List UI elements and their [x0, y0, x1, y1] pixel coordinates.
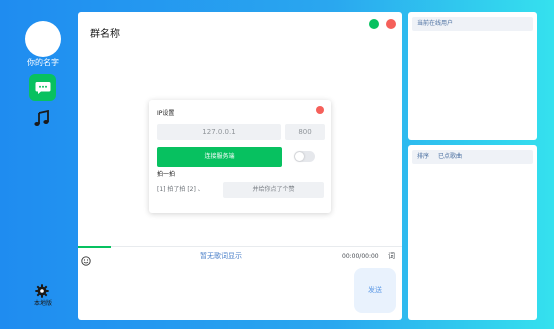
- lyric-status: 暂无歌词显示: [200, 252, 242, 260]
- ip-settings-title: IP设置: [157, 110, 175, 117]
- sidebar-item-chat[interactable]: [29, 74, 56, 101]
- col-order[interactable]: 排序: [417, 153, 429, 160]
- toolbar-divider: [78, 246, 402, 247]
- online-users-panel: [408, 12, 537, 140]
- lyric-button[interactable]: 词: [388, 252, 395, 261]
- pat-title: 拍一拍: [157, 171, 176, 178]
- local-version-label: 本地版: [33, 300, 52, 307]
- close-button[interactable]: [386, 19, 396, 29]
- pat-text: [1] 拍了拍 [2] 、: [157, 186, 204, 193]
- dialog-close-button[interactable]: [316, 106, 324, 114]
- time-readout: 00:00/00:00: [342, 253, 379, 260]
- smiley-icon: [81, 256, 91, 266]
- gear-icon: [35, 284, 49, 298]
- minimize-button[interactable]: [369, 19, 379, 29]
- toggle-knob: [295, 152, 304, 161]
- sidebar-item-music[interactable]: [33, 109, 51, 128]
- song-list-panel: [408, 145, 537, 320]
- music-note-icon: [34, 109, 49, 126]
- port-input[interactable]: 800: [285, 124, 325, 140]
- chat-bubble-icon: [35, 81, 50, 94]
- song-list-header: 排序 已点歌曲: [412, 150, 533, 164]
- connect-server-button[interactable]: 连接服务端: [157, 147, 282, 167]
- avatar[interactable]: [25, 21, 61, 57]
- send-button[interactable]: 发送: [354, 268, 396, 313]
- page-title: 群名称: [90, 29, 120, 40]
- ip-address-input[interactable]: 127.0.0.1: [157, 124, 281, 140]
- pat-like-button[interactable]: 并给你点了个赞: [223, 182, 324, 198]
- playback-progress[interactable]: [78, 246, 111, 248]
- col-songs[interactable]: 已点歌曲: [438, 153, 462, 160]
- settings-button[interactable]: [35, 283, 49, 298]
- user-name: 你的名字: [27, 58, 59, 67]
- online-users-header: 当前在线用户: [412, 17, 533, 31]
- emoji-button[interactable]: [81, 251, 91, 266]
